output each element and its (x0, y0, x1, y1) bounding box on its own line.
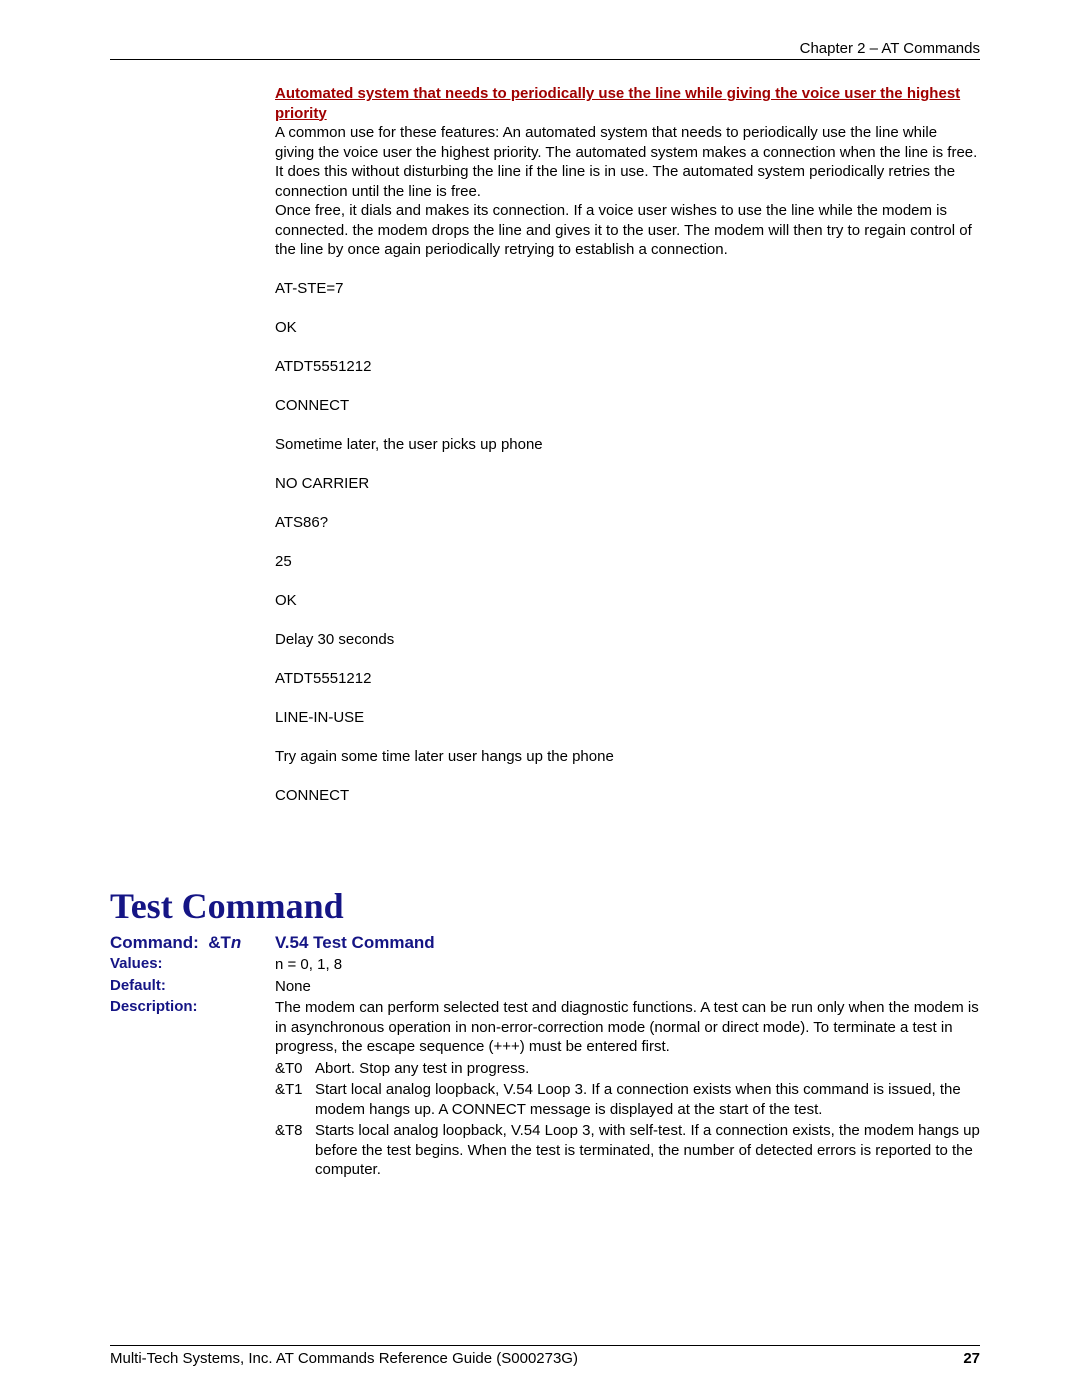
option-code: &T8 (275, 1121, 315, 1180)
description-label: Description: (110, 998, 275, 1180)
page-header: Chapter 2 – AT Commands (110, 40, 980, 60)
command-label: Command: &Tn (110, 933, 275, 953)
option-code: &T0 (275, 1059, 315, 1079)
option-text: Abort. Stop any test in progress. (315, 1059, 980, 1079)
default-row: Default: None (110, 977, 980, 997)
default-label: Default: (110, 977, 275, 997)
option-text: Start local analog loopback, V.54 Loop 3… (315, 1080, 980, 1119)
footer-text: Multi-Tech Systems, Inc. AT Commands Ref… (110, 1350, 578, 1367)
section-title: Test Command (110, 885, 980, 927)
scenario-para1: A common use for these features: An auto… (275, 123, 980, 201)
term-line: OK (275, 318, 980, 338)
command-code-prefix: &T (208, 933, 231, 952)
command-name: V.54 Test Command (275, 933, 980, 953)
term-line: NO CARRIER (275, 474, 980, 494)
default-text: None (275, 977, 980, 997)
command-label-text: Command: (110, 933, 199, 952)
page-footer: Multi-Tech Systems, Inc. AT Commands Ref… (110, 1345, 980, 1367)
description-block: The modem can perform selected test and … (275, 998, 980, 1180)
command-header-row: Command: &Tn V.54 Test Command (110, 933, 980, 953)
term-line: ATDT5551212 (275, 357, 980, 377)
command-code-suffix: n (231, 933, 241, 952)
description-text: The modem can perform selected test and … (275, 998, 980, 1057)
term-line: 25 (275, 552, 980, 572)
scenario-block: Automated system that needs to periodica… (275, 84, 980, 825)
scenario-terminal: AT-STE=7 OK ATDT5551212 CONNECT Sometime… (275, 260, 980, 826)
term-line: Sometime later, the user picks up phone (275, 435, 980, 455)
term-line: ATS86? (275, 513, 980, 533)
values-label: Values: (110, 955, 275, 975)
chapter-label: Chapter 2 – AT Commands (800, 40, 980, 57)
scenario-title: Automated system that needs to periodica… (275, 84, 980, 123)
option-text: Starts local analog loopback, V.54 Loop … (315, 1121, 980, 1180)
term-line: AT-STE=7 (275, 279, 980, 299)
option-row: &T8 Starts local analog loopback, V.54 L… (275, 1121, 980, 1180)
scenario-para2: Once free, it dials and makes its connec… (275, 201, 980, 260)
term-line: CONNECT (275, 786, 980, 806)
option-row: &T1 Start local analog loopback, V.54 Lo… (275, 1080, 980, 1119)
values-row: Values: n = 0, 1, 8 (110, 955, 980, 975)
term-line: LINE-IN-USE (275, 708, 980, 728)
term-line: Try again some time later user hangs up … (275, 747, 980, 767)
page: Chapter 2 – AT Commands Automated system… (0, 0, 1080, 1397)
term-line: ATDT5551212 (275, 669, 980, 689)
option-row: &T0 Abort. Stop any test in progress. (275, 1059, 980, 1079)
option-code: &T1 (275, 1080, 315, 1119)
term-line: Delay 30 seconds (275, 630, 980, 650)
term-line: OK (275, 591, 980, 611)
values-text: n = 0, 1, 8 (275, 955, 980, 975)
footer-page-number: 27 (963, 1350, 980, 1367)
term-line: CONNECT (275, 396, 980, 416)
description-row: Description: The modem can perform selec… (110, 998, 980, 1180)
